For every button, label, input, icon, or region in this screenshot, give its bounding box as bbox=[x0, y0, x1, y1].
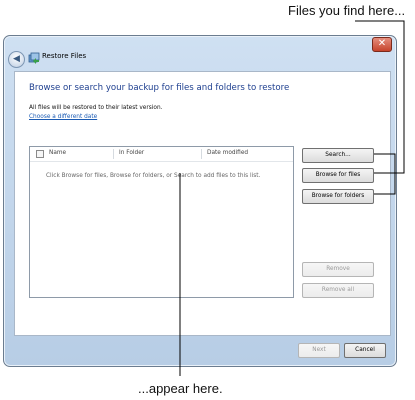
column-separator[interactable] bbox=[113, 149, 114, 159]
cancel-button[interactable]: Cancel bbox=[344, 343, 386, 358]
file-list[interactable]: Name In Folder Date modified Click Brows… bbox=[29, 146, 294, 298]
browse-for-files-button[interactable]: Browse for files bbox=[302, 168, 374, 183]
next-button[interactable]: Next bbox=[298, 343, 340, 358]
restore-files-icon bbox=[28, 52, 40, 64]
callout-files-you-find-here: Files you find here... bbox=[288, 3, 406, 18]
remove-button[interactable]: Remove bbox=[302, 262, 374, 277]
select-all-checkbox[interactable] bbox=[36, 150, 44, 158]
column-header-name[interactable]: Name bbox=[49, 150, 66, 156]
empty-list-message: Click Browse for files, Browse for folde… bbox=[46, 173, 261, 179]
column-header-date-modified[interactable]: Date modified bbox=[207, 150, 248, 156]
column-header-in-folder[interactable]: In Folder bbox=[119, 150, 144, 156]
search-button[interactable]: Search... bbox=[302, 148, 374, 163]
column-separator[interactable] bbox=[201, 149, 202, 159]
window-title: Restore Files bbox=[42, 52, 87, 60]
page-heading: Browse or search your backup for files a… bbox=[29, 83, 290, 93]
restore-info-text: All files will be restored to their late… bbox=[29, 105, 163, 111]
choose-different-date-link[interactable]: Choose a different date bbox=[29, 114, 97, 120]
remove-all-button[interactable]: Remove all bbox=[302, 283, 374, 298]
back-arrow-icon[interactable]: ◀ bbox=[8, 51, 25, 68]
close-icon[interactable]: ✕ bbox=[372, 37, 392, 52]
file-list-header: Name In Folder Date modified bbox=[30, 147, 293, 162]
callout-appear-here: ...appear here. bbox=[138, 381, 223, 396]
browse-for-folders-button[interactable]: Browse for folders bbox=[302, 189, 374, 204]
